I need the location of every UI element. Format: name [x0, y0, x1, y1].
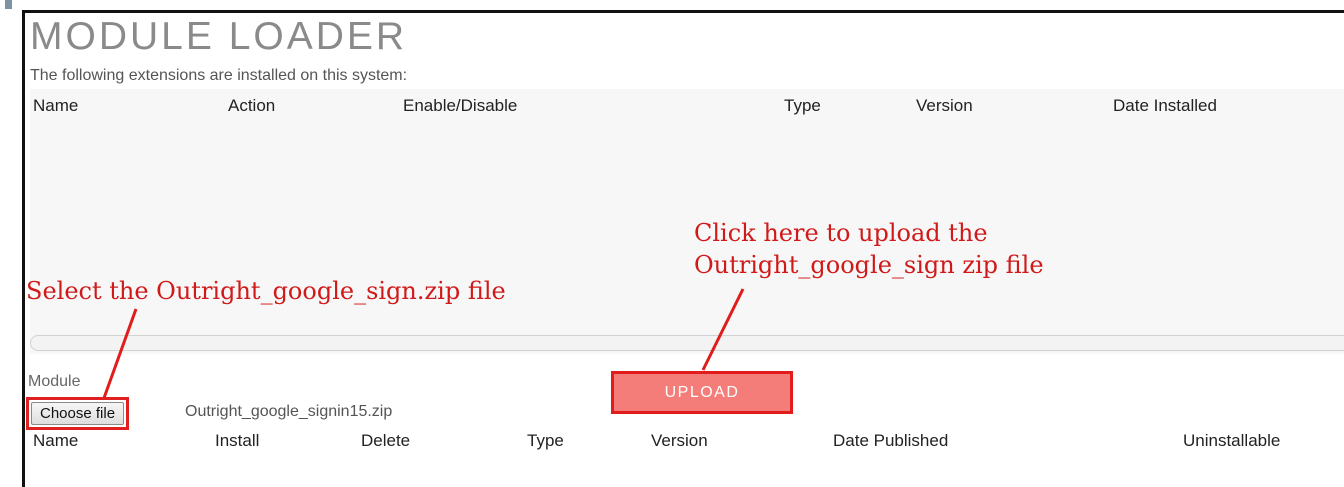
col-header-name[interactable]: Name [33, 96, 78, 116]
col-header-type[interactable]: Type [527, 431, 564, 451]
col-header-install[interactable]: Install [215, 431, 259, 451]
upload-annotation-line2: Outright_google_sign zip file [694, 251, 1044, 279]
module-loader-panel: MODULE LOADER The following extensions a… [22, 10, 1344, 487]
module-label: Module [28, 373, 81, 390]
selected-file-name: Outright_google_signin15.zip [185, 403, 393, 420]
page-title: MODULE LOADER [30, 15, 408, 58]
col-header-delete[interactable]: Delete [361, 431, 410, 451]
col-header-date-published[interactable]: Date Published [833, 431, 948, 451]
upload-annotation-line1: Click here to upload the [694, 219, 988, 247]
choose-file-highlight: Choose file [26, 397, 130, 430]
select-file-annotation: Select the Outright_google_sign.zip file [26, 277, 506, 305]
col-header-enable-disable[interactable]: Enable/Disable [403, 96, 517, 116]
col-header-name[interactable]: Name [33, 431, 78, 451]
installed-extensions-table: Name Action Enable/Disable Type Version … [30, 89, 1344, 354]
col-header-uninstallable[interactable]: Uninstallable [1183, 431, 1280, 451]
corner-marker [5, 0, 12, 9]
upload-button[interactable]: UPLOAD [611, 371, 793, 414]
col-header-version[interactable]: Version [651, 431, 708, 451]
choose-file-button[interactable]: Choose file [31, 402, 125, 425]
installed-extensions-text: The following extensions are installed o… [30, 67, 408, 84]
col-header-action[interactable]: Action [228, 96, 275, 116]
col-header-date-installed[interactable]: Date Installed [1113, 96, 1217, 116]
col-header-type[interactable]: Type [784, 96, 821, 116]
col-header-version[interactable]: Version [916, 96, 973, 116]
available-modules-table-header: Name Install Delete Type Version Date Pu… [25, 431, 1344, 461]
horizontal-scrollbar[interactable] [30, 335, 1344, 351]
